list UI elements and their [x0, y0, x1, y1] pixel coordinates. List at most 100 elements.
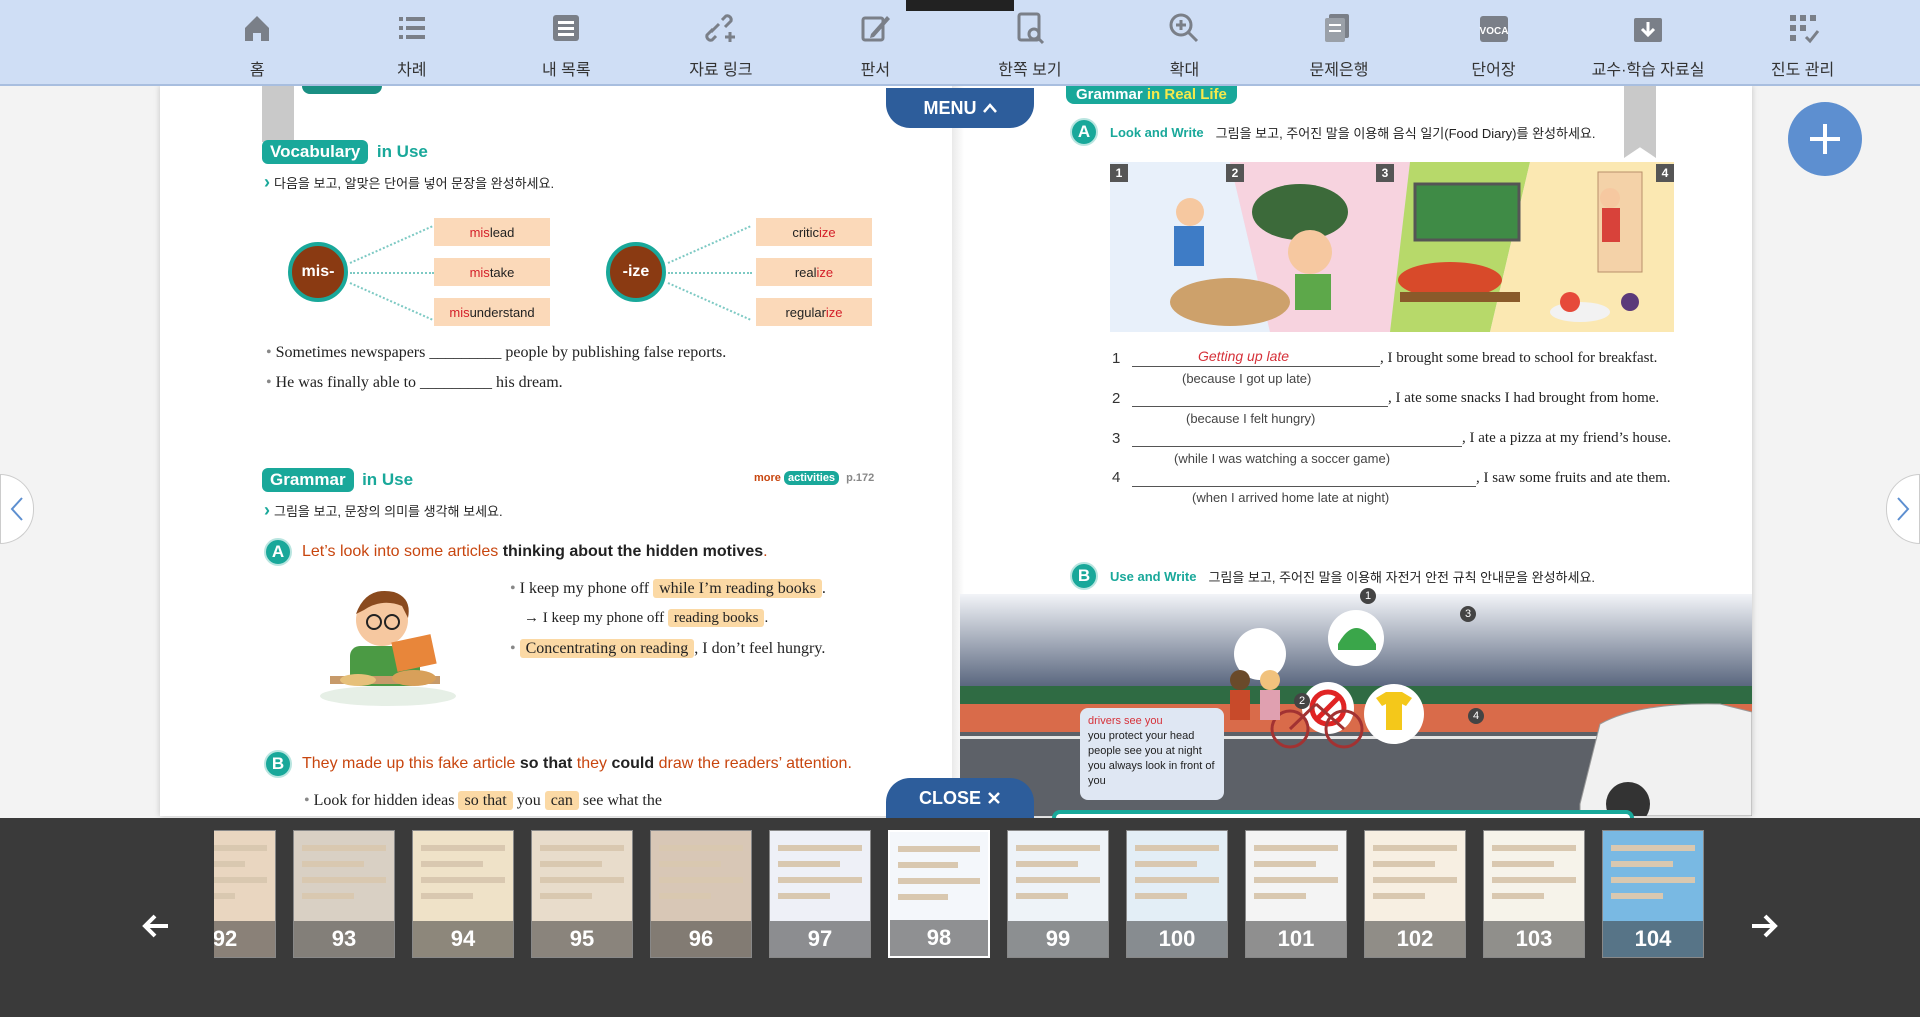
- toolbar-item-single-page[interactable]: 한쪽 보기: [970, 0, 1090, 84]
- page-thumbnail-97[interactable]: 97: [769, 830, 871, 958]
- drag-handle[interactable]: [906, 0, 1014, 11]
- item-tail-4: , I saw some fruits and ate them.: [1476, 470, 1671, 486]
- item-tail-3: , I ate a pizza at my friend’s house.: [1462, 430, 1672, 446]
- answer-line-4[interactable]: [1132, 486, 1476, 487]
- letter-a-badge: A: [264, 538, 292, 566]
- thumbnail-strip: 92 93 94 95 96 97 98 99 100 101 102 103 104: [0, 818, 1920, 1017]
- prev-page-button[interactable]: [0, 474, 34, 544]
- toolbar-item-progress-grid[interactable]: 진도 관리: [1743, 0, 1863, 84]
- word-regularize: regular ize: [756, 298, 872, 326]
- thumbnail-page-number: 101: [1246, 921, 1346, 957]
- letter-a-badge: A: [1070, 118, 1098, 146]
- strip-next-button[interactable]: [1744, 906, 1784, 946]
- thumbnail-page-number: 97: [770, 921, 870, 957]
- connector-line: [668, 272, 752, 274]
- page-thumbnail-100[interactable]: 100: [1126, 830, 1228, 958]
- toolbar-item-voca[interactable]: VOCA 단어장: [1434, 0, 1554, 84]
- thumbnail-list: 92 93 94 95 96 97 98 99 100 101 102 103 104: [214, 830, 1706, 960]
- close-tab[interactable]: CLOSE: [886, 778, 1034, 818]
- panel-number-3: 3: [1376, 164, 1394, 182]
- page-thumbnail-96[interactable]: 96: [650, 830, 752, 958]
- thumbnail-page-number: 104: [1603, 921, 1703, 957]
- toolbar-label: 자료 링크: [689, 62, 753, 79]
- item-number-4: 4: [1112, 469, 1121, 486]
- answer-line-3[interactable]: [1132, 446, 1462, 447]
- page-thumbnail-99[interactable]: 99: [1007, 830, 1109, 958]
- vocab-sentence-2: • He was finally able to _________ his d…: [266, 374, 563, 391]
- page-thumbnail-101[interactable]: 101: [1245, 830, 1347, 958]
- vocabulary-instruction: 다음을 보고, 알맞은 단어를 넣어 문장을 완성하세요.: [264, 172, 554, 193]
- marker-1: 1: [1360, 588, 1376, 604]
- section-b-header: B Use and Write 그림을 보고, 주어진 말을 이용해 자전거 안…: [1070, 562, 1595, 590]
- page-thumbnail-92[interactable]: 92: [214, 830, 276, 958]
- more-activities-badge[interactable]: more activities p.172: [754, 471, 874, 485]
- answer-line-2[interactable]: [1132, 406, 1388, 407]
- page-thumbnail-102[interactable]: 102: [1364, 830, 1466, 958]
- grammar-pill: Grammar: [262, 468, 354, 492]
- item-number-2: 2: [1112, 390, 1121, 407]
- letter-b-badge: B: [264, 750, 292, 778]
- top-toolbar: 홈 차례 내 목록 자료 링크 판서 한쪽 보기 확대 문제은행 VOCA 단어장 교수·학습 자료…: [0, 0, 1920, 86]
- item-hint-1: (because I got up late): [1182, 371, 1312, 386]
- list-icon: [398, 17, 425, 39]
- answer-text-1: Getting up late: [1198, 348, 1290, 364]
- prefix-mis-circle: mis-: [288, 242, 348, 302]
- link-add-icon: [705, 14, 735, 42]
- word-misunderstand: mis understand: [434, 298, 550, 326]
- toolbar-item-list[interactable]: 차례: [352, 0, 472, 84]
- marker-3: 3: [1460, 606, 1476, 622]
- toolbar-item-zoom-in[interactable]: 확대: [1124, 0, 1244, 84]
- thumbnail-page-number: 98: [890, 920, 988, 956]
- toolbar-item-pen-board[interactable]: 판서: [815, 0, 935, 84]
- toolbar-label: 판서: [860, 62, 891, 79]
- item-number-1: 1: [1112, 350, 1121, 367]
- boy-reading-illustration: [320, 590, 456, 706]
- add-button[interactable]: [1788, 102, 1862, 176]
- connector-line: [350, 272, 434, 274]
- page-thumbnail-95[interactable]: 95: [531, 830, 633, 958]
- chevron-right-icon: [1897, 497, 1910, 521]
- vocabulary-in-use: in Use: [376, 142, 428, 161]
- toolbar-label: 확대: [1169, 62, 1200, 79]
- page-thumbnail-103[interactable]: 103: [1483, 830, 1585, 958]
- arrow-right-icon: [1752, 914, 1778, 938]
- textbook-spread: Vocabulary in Use 다음을 보고, 알맞은 단어를 넣어 문장을…: [160, 86, 1752, 818]
- page-thumbnail-98[interactable]: 98: [888, 830, 990, 958]
- vocab-sentence-1: • Sometimes newspapers _________ people …: [266, 344, 727, 361]
- pen-board-icon: [861, 16, 891, 42]
- toolbar-label: 내 목록: [542, 62, 591, 79]
- grammar-header: Grammar in Use: [262, 468, 413, 492]
- item-tail-1: , I brought some bread to school for bre…: [1380, 350, 1658, 366]
- thumbnail-page-number: 102: [1365, 921, 1465, 957]
- right-page: Grammar in Real Life A Look and Write 그림…: [960, 86, 1752, 818]
- toolbar-item-download-tray[interactable]: 교수·학습 자료실: [1588, 0, 1708, 84]
- item-hint-4: (when I arrived home late at night): [1192, 490, 1390, 505]
- next-page-button[interactable]: [1886, 474, 1920, 544]
- page-thumbnail-104[interactable]: 104: [1602, 830, 1704, 958]
- word-mistake: mis take: [434, 258, 550, 286]
- word-mislead: mis lead: [434, 218, 550, 246]
- answer-line-1[interactable]: [1132, 366, 1380, 367]
- page-bookmark: [1624, 86, 1656, 158]
- answer-box-edge: [1052, 810, 1634, 818]
- speech-bubble-options: drivers see you you protect your head pe…: [1080, 708, 1224, 800]
- panel-number-4: 4: [1656, 164, 1674, 182]
- word-realize: real ize: [756, 258, 872, 286]
- progress-grid-icon: [1789, 15, 1819, 44]
- toolbar-label: 홈: [249, 62, 265, 79]
- chevron-left-icon: [10, 497, 23, 521]
- menu-tab[interactable]: MENU: [886, 88, 1034, 128]
- toolbar-item-home[interactable]: 홈: [197, 0, 317, 84]
- voca-icon: VOCA: [1479, 16, 1508, 42]
- word-criticize: critic ize: [756, 218, 872, 246]
- toolbar-item-my-list[interactable]: 내 목록: [506, 0, 626, 84]
- toolbar-item-link-add[interactable]: 자료 링크: [661, 0, 781, 84]
- thumbnail-page-number: 94: [413, 921, 513, 957]
- toolbar-item-question-bank[interactable]: 문제은행: [1279, 0, 1399, 84]
- vocabulary-header: Vocabulary in Use: [262, 140, 428, 164]
- menu-label: MENU: [923, 97, 977, 118]
- page-thumbnail-94[interactable]: 94: [412, 830, 514, 958]
- thumbnail-page-number: 92: [214, 921, 275, 957]
- strip-prev-button[interactable]: [136, 906, 176, 946]
- page-thumbnail-93[interactable]: 93: [293, 830, 395, 958]
